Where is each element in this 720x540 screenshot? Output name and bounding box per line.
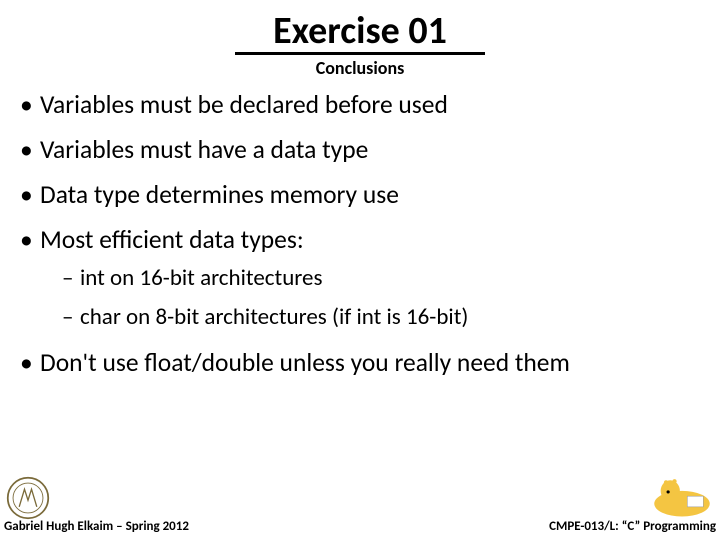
sub-bullet-text: char on 8-bit architectures (if int is 1… bbox=[80, 303, 468, 331]
bullet-item: Data type determines memory use bbox=[20, 179, 704, 210]
sub-bullet-item: int on 16-bit architectures bbox=[62, 263, 704, 294]
footer-left: Gabriel Hugh Elkaim – Spring 2012 bbox=[4, 519, 189, 534]
bullet-text: Don't use float/double unless you really… bbox=[40, 347, 570, 378]
bullet-text: Variables must have a data type bbox=[40, 134, 368, 165]
slug-mascot-icon bbox=[650, 466, 714, 520]
slide: Exercise 01 Conclusions Variables must b… bbox=[0, 0, 720, 540]
bullet-item: Don't use float/double unless you really… bbox=[20, 347, 704, 378]
slide-subtitle: Conclusions bbox=[0, 57, 720, 79]
sub-bullet-text: int on 16-bit architectures bbox=[80, 264, 322, 292]
bullet-item: Variables must have a data type bbox=[20, 134, 704, 165]
bullet-list: Variables must be declared before used V… bbox=[0, 89, 720, 379]
bullet-item: Variables must be declared before used bbox=[20, 89, 704, 120]
sub-bullet-list: int on 16-bit architectures char on 8-bi… bbox=[40, 263, 704, 333]
sub-bullet-item: char on 8-bit architectures (if int is 1… bbox=[62, 302, 704, 333]
footer-right: CMPE-013/L: “C” Programming bbox=[549, 519, 716, 534]
bullet-text: Variables must be declared before used bbox=[40, 89, 448, 120]
slide-title: Exercise 01 bbox=[0, 12, 720, 52]
bullet-item: Most efficient data types: int on 16-bit… bbox=[20, 224, 704, 333]
bullet-text: Data type determines memory use bbox=[40, 179, 399, 210]
university-seal-icon bbox=[6, 476, 50, 520]
bullet-text: Most efficient data types: bbox=[40, 224, 304, 255]
